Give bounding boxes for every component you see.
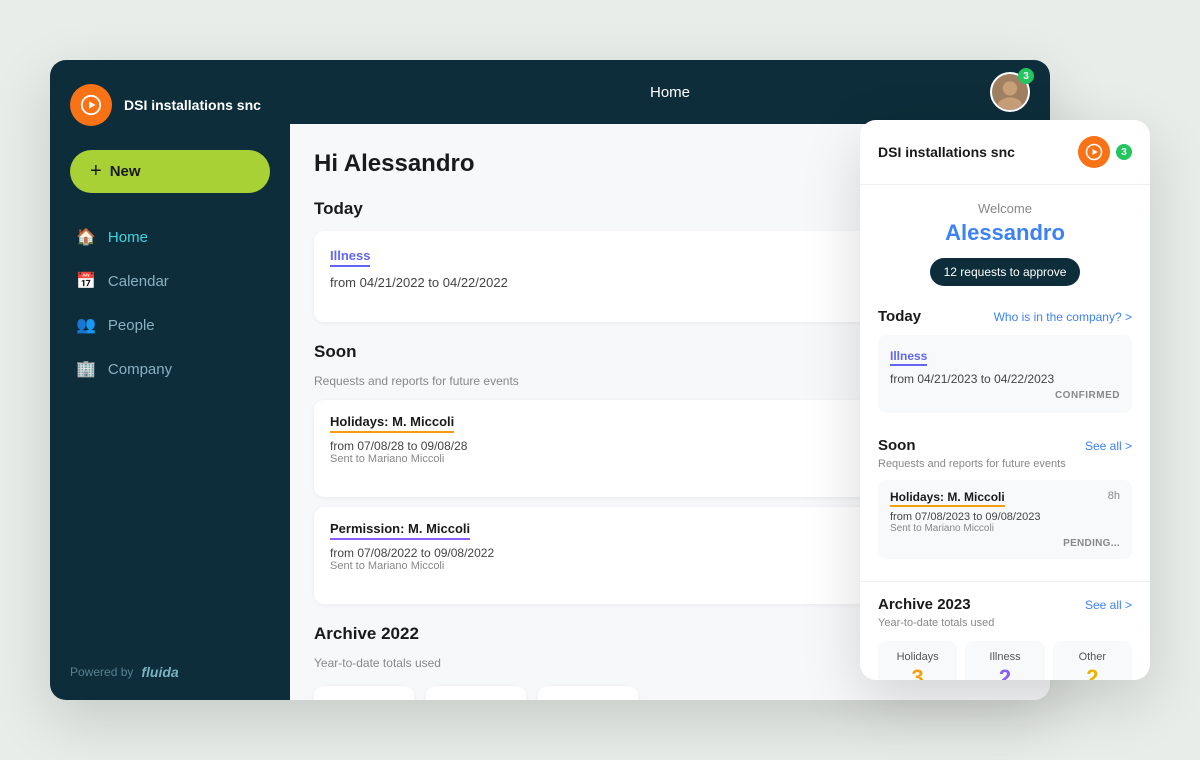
panel-archive-card-other: Other 2 Days used [1053, 641, 1132, 680]
panel-archive-num-illness: 2 [999, 665, 1011, 680]
panel-req-header-1: Holidays: M. Miccoli 8h [890, 490, 1120, 507]
panel-logo-group: 3 [1078, 136, 1132, 168]
panel-today-title: Today [878, 308, 921, 325]
panel-badge: 3 [1116, 144, 1132, 160]
fluida-logo: fluida [141, 664, 178, 680]
notification-badge: 3 [1018, 68, 1034, 84]
sidebar-footer: Powered by fluida [50, 644, 290, 700]
today-event-type: Illness [330, 248, 370, 267]
panel-soon-section: Soon See all > Requests and reports for … [860, 437, 1150, 581]
panel-archive-label-illness: Illness [973, 651, 1036, 663]
panel-welcome: Welcome Alessandro 12 requests to approv… [860, 185, 1150, 294]
panel-archive-card-holidays: Holidays 3 Days used [878, 641, 957, 680]
panel-event-type: Illness [890, 349, 927, 366]
panel-req-hours-1: 8h [1108, 490, 1120, 507]
archive-card-illness: Illness 2 Days used [426, 686, 526, 700]
panel-soon-sub: Requests and reports for future events [878, 458, 1132, 470]
panel-archive-see-all[interactable]: See all > [1085, 598, 1132, 612]
panel-req-date-1: from 07/08/2023 to 09/08/2023 [890, 511, 1120, 523]
top-bar: Home 3 [290, 60, 1050, 124]
panel-archive-label-holidays: Holidays [886, 651, 949, 663]
panel-approve-badge[interactable]: 12 requests to approve [930, 258, 1081, 286]
panel-req-title-1: Holidays: M. Miccoli [890, 490, 1005, 507]
panel-archive-cards: Holidays 3 Days used Illness 2 Days used… [878, 641, 1132, 680]
calendar-icon: 📅 [76, 271, 96, 291]
panel-company-name: DSI installations snc [878, 144, 1015, 160]
sidebar: DSI installations snc + New 🏠 Home 📅 Cal… [50, 60, 290, 700]
panel-archive-num-holidays: 3 [912, 665, 924, 680]
home-icon: 🏠 [76, 227, 96, 247]
panel-event-date: from 04/21/2023 to 04/22/2023 [890, 372, 1120, 386]
panel-today-section: Today Who is in the company? > Illness f… [860, 294, 1150, 437]
app-logo-icon [70, 84, 112, 126]
panel-logo-icon [1078, 136, 1110, 168]
archive-card-other: Other ass. 2 Days used [538, 686, 638, 700]
archive-cards: Holidays 3 Days used Illness 2 Days used… [314, 686, 1026, 700]
today-title: Today [314, 199, 363, 219]
panel-archive-section: Archive 2023 See all > Year-to-date tota… [860, 581, 1150, 680]
panel-event-status: CONFIRMED [890, 390, 1120, 401]
sidebar-item-home[interactable]: 🏠 Home [62, 217, 278, 257]
page-title: Home [350, 84, 990, 101]
panel-request-card-1: Holidays: M. Miccoli 8h from 07/08/2023 … [878, 480, 1132, 559]
archive-card-holidays: Holidays 3 Days used [314, 686, 414, 700]
panel-archive-title: Archive 2023 [878, 596, 971, 613]
sidebar-item-company[interactable]: 🏢 Company [62, 349, 278, 389]
panel-today-header: Today Who is in the company? > [878, 308, 1132, 325]
panel-username: Alessandro [878, 220, 1132, 246]
panel-req-status-1: PENDING... [890, 538, 1120, 549]
panel-archive-header: Archive 2023 See all > [878, 596, 1132, 613]
panel-header: DSI installations snc 3 [860, 120, 1150, 185]
panel-who-link[interactable]: Who is in the company? > [994, 310, 1132, 324]
panel-welcome-text: Welcome [878, 201, 1132, 216]
panel-soon-header: Soon See all > [878, 437, 1132, 454]
sidebar-nav: 🏠 Home 📅 Calendar 👥 People 🏢 Company [50, 217, 290, 389]
panel-event-card: Illness from 04/21/2023 to 04/22/2023 CO… [878, 335, 1132, 413]
people-icon: 👥 [76, 315, 96, 335]
side-panel: DSI installations snc 3 Welcome Alessand… [860, 120, 1150, 680]
greeting: Hi Alessandro [314, 150, 475, 178]
soon-title: Soon [314, 342, 357, 362]
request-title-2: Permission: M. Miccoli [330, 521, 470, 540]
avatar-container[interactable]: 3 [990, 72, 1030, 112]
panel-soon-title: Soon [878, 437, 916, 454]
panel-archive-sub: Year-to-date totals used [878, 617, 1132, 629]
request-title-1: Holidays: M. Miccoli [330, 414, 454, 433]
panel-archive-label-other: Other [1061, 651, 1124, 663]
panel-soon-see-all[interactable]: See all > [1085, 439, 1132, 453]
archive-title: Archive 2022 [314, 624, 419, 644]
panel-req-sent-1: Sent to Mariano Miccoli [890, 523, 1120, 534]
sidebar-header: DSI installations snc [50, 60, 290, 150]
plus-icon: + [90, 160, 102, 183]
panel-archive-card-illness: Illness 2 Days used [965, 641, 1044, 680]
company-icon: 🏢 [76, 359, 96, 379]
panel-archive-num-other: 2 [1086, 665, 1098, 680]
new-button[interactable]: + New [70, 150, 270, 193]
sidebar-item-people[interactable]: 👥 People [62, 305, 278, 345]
sidebar-item-calendar[interactable]: 📅 Calendar [62, 261, 278, 301]
company-name: DSI installations snc [124, 96, 261, 114]
